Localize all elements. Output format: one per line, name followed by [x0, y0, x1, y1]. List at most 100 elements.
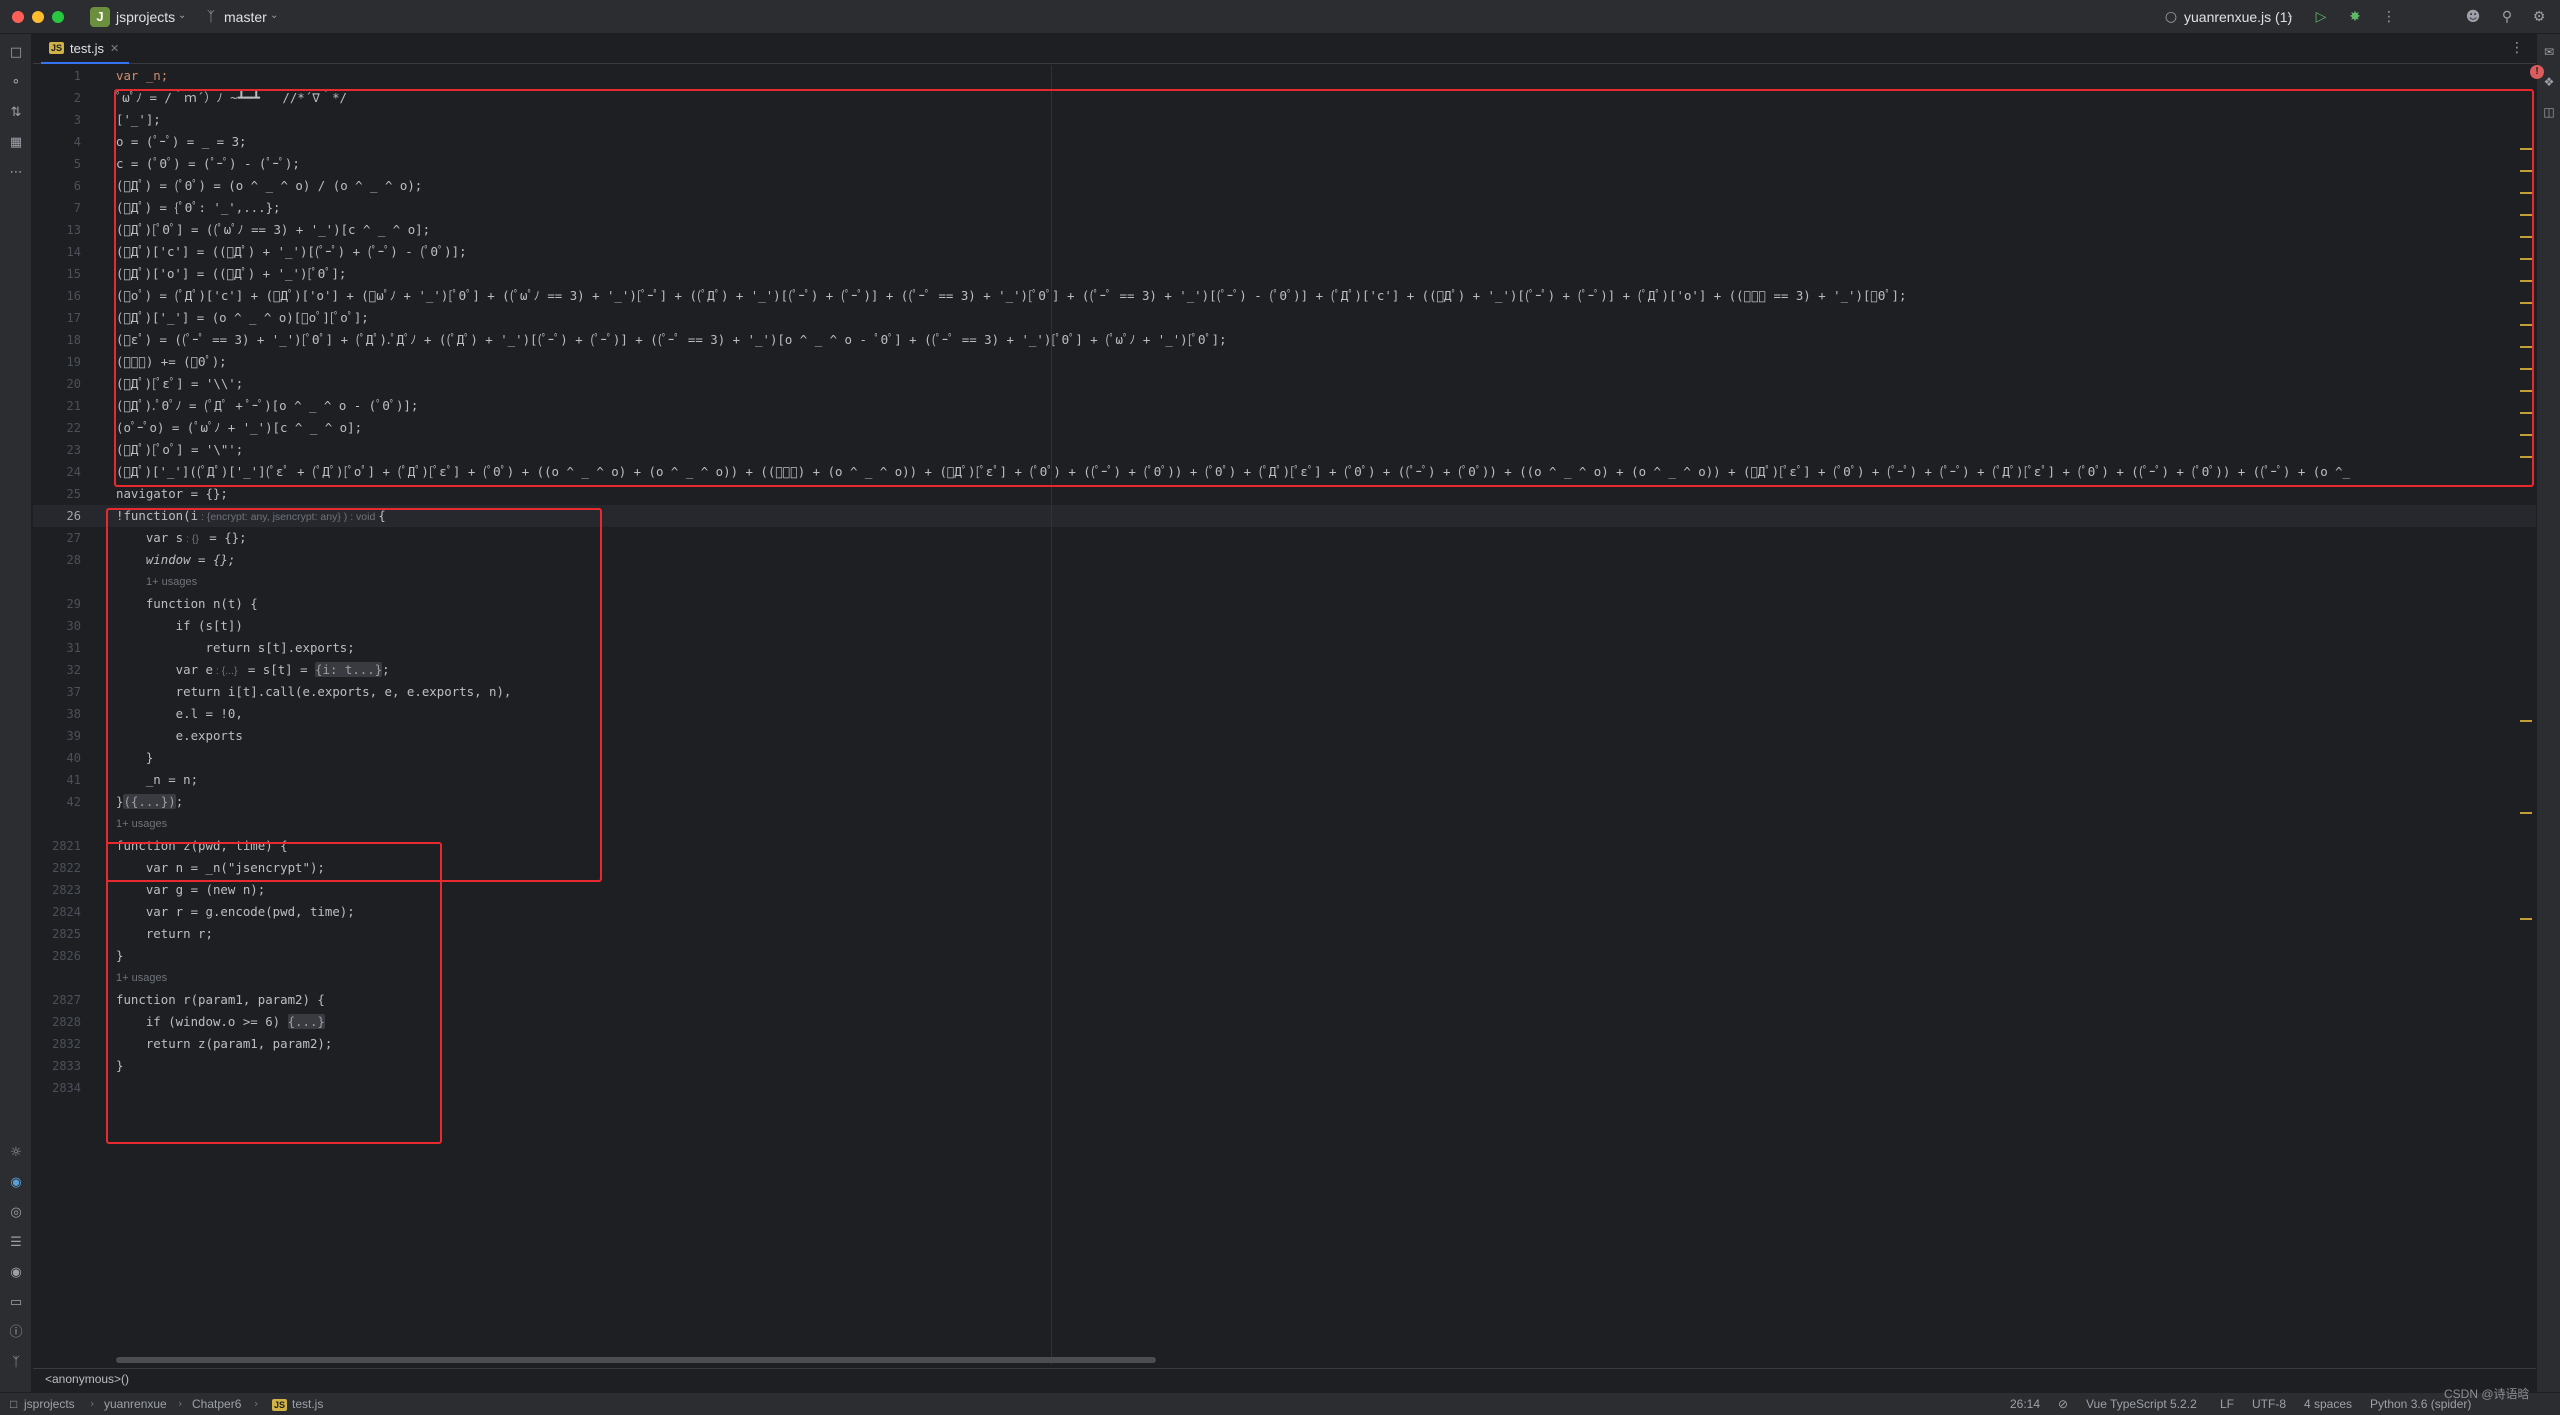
tab-test-js[interactable]: JS test.js ✕: [41, 34, 130, 64]
git-icon[interactable]: ᛉ: [7, 1354, 25, 1372]
line-number[interactable]: 2827: [33, 989, 81, 1011]
more-tools-icon[interactable]: ⋯: [7, 164, 25, 182]
warning-marker[interactable]: [2520, 346, 2532, 348]
horizontal-scrollbar[interactable]: [116, 1357, 1156, 1363]
usages-hint[interactable]: 1+ usages: [116, 967, 167, 989]
close-icon[interactable]: ✕: [110, 42, 119, 55]
warning-marker[interactable]: [2520, 192, 2532, 194]
debug-icon[interactable]: ✸: [2346, 8, 2364, 26]
usages-hint[interactable]: 1+ usages: [116, 813, 167, 835]
breadcrumb-file[interactable]: test.js: [292, 1397, 323, 1411]
pull-request-icon[interactable]: ⇅: [7, 104, 25, 122]
line-number[interactable]: 21: [33, 395, 81, 417]
breadcrumb-subfolder[interactable]: Chatper6: [192, 1397, 241, 1411]
line-number[interactable]: 31: [33, 637, 81, 659]
more-actions-icon[interactable]: ⋮: [2380, 8, 2398, 26]
line-number[interactable]: 2828: [33, 1011, 81, 1033]
warning-marker[interactable]: [2520, 456, 2532, 458]
run-config-selector[interactable]: yuanrenxue.js (1): [2184, 9, 2292, 25]
run-icon[interactable]: ▷: [2312, 8, 2330, 26]
breadcrumb-project[interactable]: jsprojects: [24, 1397, 75, 1411]
warning-marker[interactable]: [2520, 258, 2532, 260]
code-area[interactable]: var _n; ﾟωﾟﾉ = /｀ｍ´）ﾉ ~┻━┻ //*´∇｀*/ ['_'…: [116, 65, 2516, 1365]
warning-marker[interactable]: [2520, 720, 2532, 722]
indent-setting[interactable]: 4 spaces: [2304, 1397, 2352, 1411]
code-editor[interactable]: 1 2 3 4 5 6 7 13 14 15 16 17 18 19 20 21 22 23 24 25 26 27 28 2…: [33, 65, 2536, 1365]
line-number[interactable]: 15: [33, 263, 81, 285]
line-number[interactable]: 2821: [33, 835, 81, 857]
warning-marker[interactable]: [2520, 302, 2532, 304]
line-number[interactable]: 38: [33, 703, 81, 725]
line-number[interactable]: 25: [33, 483, 81, 505]
line-number[interactable]: 2: [33, 87, 81, 109]
warning-marker[interactable]: [2520, 434, 2532, 436]
breadcrumb-anonymous-function[interactable]: <anonymous>(): [45, 1372, 129, 1386]
database-icon[interactable]: ◫: [2541, 104, 2557, 120]
line-number[interactable]: 2823: [33, 879, 81, 901]
warning-marker[interactable]: [2520, 412, 2532, 414]
line-number[interactable]: 3: [33, 109, 81, 131]
line-number[interactable]: 40: [33, 747, 81, 769]
line-number[interactable]: 5: [33, 153, 81, 175]
folded-region[interactable]: {i: t...}: [315, 662, 383, 677]
line-number[interactable]: 23: [33, 439, 81, 461]
caret-position[interactable]: 26:14: [2010, 1397, 2040, 1411]
line-number-gutter[interactable]: 1 2 3 4 5 6 7 13 14 15 16 17 18 19 20 21 22 23 24 25 26 27 28 2…: [33, 65, 113, 1365]
warning-marker[interactable]: [2520, 390, 2532, 392]
line-number[interactable]: 2832: [33, 1033, 81, 1055]
line-number[interactable]: 24: [33, 461, 81, 483]
services-icon[interactable]: ◎: [7, 1204, 25, 1222]
usages-hint[interactable]: 1+ usages: [146, 571, 197, 593]
line-number[interactable]: 6: [33, 175, 81, 197]
warning-marker[interactable]: [2520, 236, 2532, 238]
inspection-icon[interactable]: ⊘: [2058, 1397, 2068, 1411]
line-number[interactable]: 22: [33, 417, 81, 439]
layers-icon[interactable]: ☰: [7, 1234, 25, 1252]
folder-icon[interactable]: □: [7, 44, 25, 62]
line-number[interactable]: 7: [33, 197, 81, 219]
debug-tool-icon[interactable]: ☼: [7, 1144, 25, 1162]
line-number[interactable]: 41: [33, 769, 81, 791]
line-number[interactable]: 2822: [33, 857, 81, 879]
line-number[interactable]: 26: [33, 505, 81, 527]
line-number[interactable]: 2833: [33, 1055, 81, 1077]
warning-marker[interactable]: [2520, 280, 2532, 282]
python-console-icon[interactable]: ◉: [7, 1174, 25, 1192]
ai-assistant-icon[interactable]: ❖: [2541, 74, 2557, 90]
line-number[interactable]: 20: [33, 373, 81, 395]
line-number[interactable]: 30: [33, 615, 81, 637]
line-number[interactable]: 16: [33, 285, 81, 307]
warning-marker[interactable]: [2520, 812, 2532, 814]
line-number[interactable]: 14: [33, 241, 81, 263]
close-window-button[interactable]: [12, 11, 24, 23]
breadcrumb-folder[interactable]: yuanrenxue: [104, 1397, 167, 1411]
warning-marker[interactable]: [2520, 170, 2532, 172]
line-number[interactable]: 37: [33, 681, 81, 703]
gear-icon[interactable]: ⚙: [2530, 8, 2548, 26]
search-icon[interactable]: ⚲: [2498, 8, 2516, 26]
minimize-window-button[interactable]: [32, 11, 44, 23]
line-number[interactable]: 2834: [33, 1077, 81, 1099]
line-number[interactable]: 32: [33, 659, 81, 681]
line-number[interactable]: 4: [33, 131, 81, 153]
notifications-icon[interactable]: ✉: [2541, 44, 2557, 60]
account-icon[interactable]: ☻: [2464, 8, 2482, 26]
line-number[interactable]: 1: [33, 65, 81, 87]
structure-icon[interactable]: ▦: [7, 134, 25, 152]
warning-marker[interactable]: [2520, 324, 2532, 326]
problems-icon[interactable]: ⓘ: [7, 1324, 25, 1342]
folded-region[interactable]: ({...}): [123, 794, 176, 809]
terminal-icon[interactable]: ▭: [7, 1294, 25, 1312]
line-number[interactable]: 29: [33, 593, 81, 615]
packages-icon[interactable]: ◉: [7, 1264, 25, 1282]
project-switcher[interactable]: jsprojects: [116, 9, 175, 25]
language-service[interactable]: Vue TypeScript 5.2.2: [2086, 1397, 2197, 1411]
line-number[interactable]: 19: [33, 351, 81, 373]
line-number[interactable]: 18: [33, 329, 81, 351]
folded-region[interactable]: {...}: [287, 1014, 325, 1029]
warning-marker[interactable]: [2520, 214, 2532, 216]
error-indicator-icon[interactable]: !: [2530, 65, 2544, 79]
line-number[interactable]: 13: [33, 219, 81, 241]
branch-switcher[interactable]: master: [224, 9, 267, 25]
line-number[interactable]: 39: [33, 725, 81, 747]
